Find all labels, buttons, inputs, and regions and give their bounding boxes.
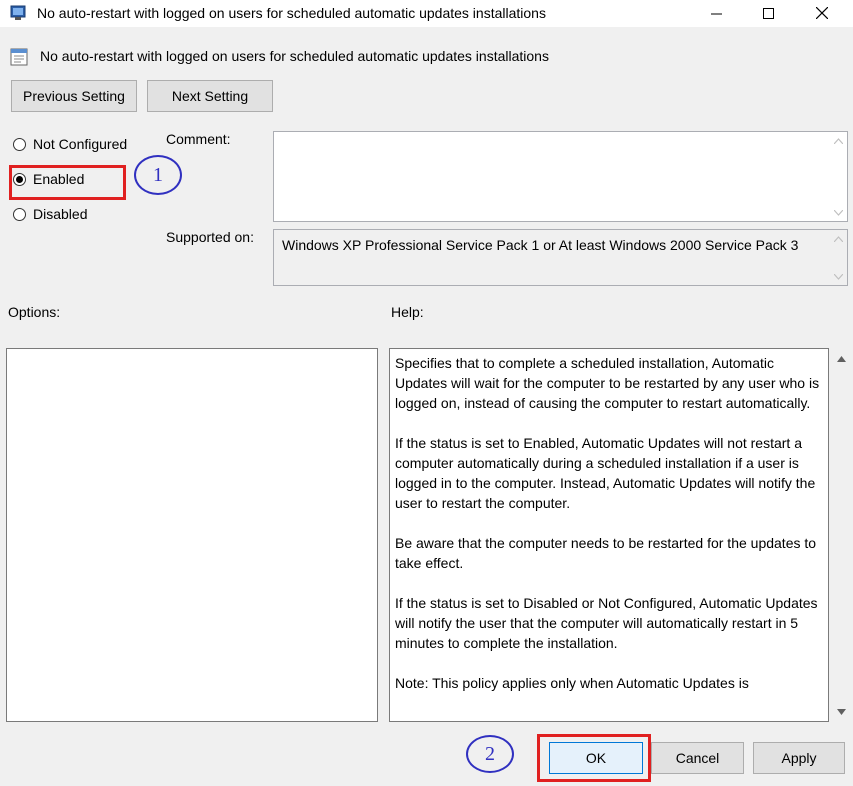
setting-icon bbox=[10, 48, 28, 66]
maximize-icon bbox=[762, 6, 774, 22]
apply-button[interactable]: Apply bbox=[753, 742, 845, 774]
help-paragraph: Specifies that to complete a scheduled i… bbox=[395, 355, 820, 411]
help-text: Specifies that to complete a scheduled i… bbox=[395, 353, 825, 713]
comment-textarea[interactable] bbox=[273, 131, 848, 222]
help-scrollbar[interactable] bbox=[831, 348, 851, 722]
scroll-down-icon[interactable] bbox=[833, 703, 850, 720]
maximize-button[interactable] bbox=[745, 0, 791, 27]
policy-icon bbox=[10, 5, 28, 21]
previous-setting-button[interactable]: Previous Setting bbox=[11, 80, 137, 112]
close-icon bbox=[815, 6, 829, 22]
next-setting-button[interactable]: Next Setting bbox=[147, 80, 273, 112]
comment-scrollbar[interactable] bbox=[830, 132, 847, 221]
comment-label: Comment: bbox=[166, 131, 231, 147]
minimize-button[interactable] bbox=[693, 0, 739, 27]
policy-title: No auto-restart with logged on users for… bbox=[40, 48, 549, 64]
supported-on-label: Supported on: bbox=[166, 229, 254, 245]
options-label: Options: bbox=[8, 304, 61, 320]
minimize-icon bbox=[710, 6, 722, 22]
scroll-down-icon[interactable] bbox=[830, 268, 847, 285]
help-label: Help: bbox=[391, 304, 424, 320]
radio-circle[interactable] bbox=[13, 137, 26, 151]
radio-label: Not Configured bbox=[33, 136, 128, 152]
supported-scrollbar[interactable] bbox=[830, 230, 847, 285]
scroll-up-icon[interactable] bbox=[833, 350, 850, 367]
title-bar: No auto-restart with logged on users for… bbox=[0, 0, 853, 27]
scroll-up-icon[interactable] bbox=[830, 230, 847, 247]
supported-on-value: Windows XP Professional Service Pack 1 o… bbox=[282, 237, 799, 253]
close-button[interactable] bbox=[799, 0, 845, 27]
ok-button[interactable]: OK bbox=[549, 742, 643, 774]
help-paragraph: Note: This policy applies only when Auto… bbox=[395, 675, 749, 691]
cancel-button[interactable]: Cancel bbox=[651, 742, 744, 774]
step-1-marker: 1 bbox=[134, 155, 182, 195]
scroll-up-icon[interactable] bbox=[830, 132, 847, 149]
supported-on-field: Windows XP Professional Service Pack 1 o… bbox=[273, 229, 848, 286]
step-2-marker: 2 bbox=[466, 735, 514, 773]
radio-circle[interactable] bbox=[13, 207, 26, 221]
radio-disabled[interactable]: Disabled bbox=[13, 206, 87, 222]
help-paragraph: If the status is set to Enabled, Automat… bbox=[395, 435, 816, 511]
help-panel: Specifies that to complete a scheduled i… bbox=[389, 348, 829, 722]
window-title: No auto-restart with logged on users for… bbox=[37, 5, 546, 21]
radio-not-configured[interactable]: Not Configured bbox=[13, 136, 127, 152]
radio-label: Disabled bbox=[33, 206, 88, 222]
options-panel bbox=[6, 348, 378, 722]
scroll-down-icon[interactable] bbox=[830, 204, 847, 221]
help-paragraph: If the status is set to Disabled or Not … bbox=[395, 595, 818, 651]
help-paragraph: Be aware that the computer needs to be r… bbox=[395, 535, 817, 571]
highlight-enabled-box bbox=[9, 165, 126, 200]
